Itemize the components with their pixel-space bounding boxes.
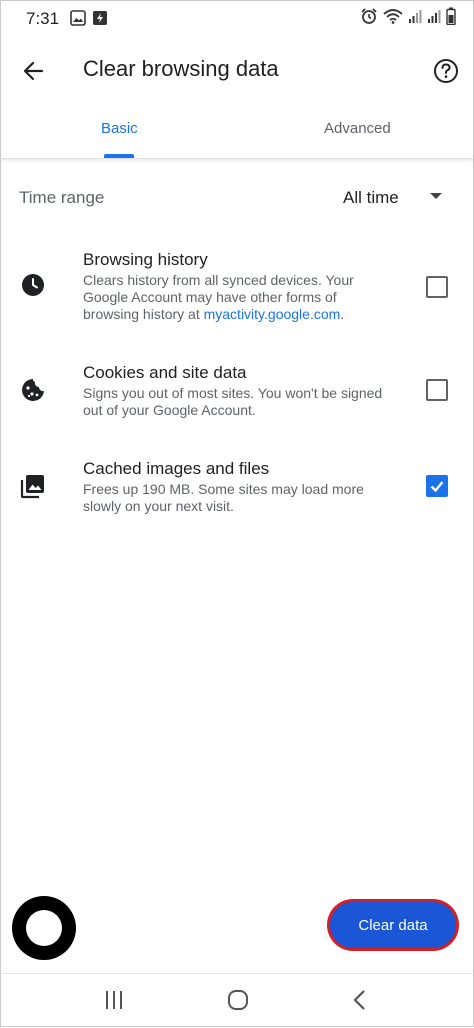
time-range-select[interactable]: All time — [343, 188, 399, 208]
page-title: Clear browsing data — [83, 56, 279, 81]
myactivity-link[interactable]: myactivity.google.com — [204, 306, 341, 322]
option-browsing-history[interactable]: Browsing history Clears history from all… — [0, 250, 474, 330]
option-description: Clears history from all synced devices. … — [83, 272, 383, 323]
option-title: Browsing history — [83, 250, 208, 269]
option-cached-images[interactable]: Cached images and files Frees up 190 MB.… — [0, 459, 474, 519]
home-icon[interactable] — [226, 988, 250, 1017]
option-cookies[interactable]: Cookies and site data Signs you out of m… — [0, 363, 474, 423]
option-description: Frees up 190 MB. Some sites may load mor… — [83, 481, 364, 514]
back-arrow-icon[interactable] — [18, 56, 48, 86]
cookies-checkbox[interactable] — [426, 379, 448, 401]
recents-icon[interactable] — [104, 988, 124, 1017]
lightning-app-icon — [92, 10, 108, 31]
battery-icon — [446, 7, 456, 30]
tab-indicator — [104, 154, 134, 158]
images-icon — [20, 473, 46, 499]
tab-basic[interactable]: Basic — [101, 120, 138, 137]
back-icon[interactable] — [350, 988, 370, 1017]
time-range-row[interactable]: Time range All time — [0, 178, 474, 218]
cookie-icon — [20, 377, 46, 403]
status-bar: 7:31 — [0, 0, 474, 36]
tab-advanced[interactable]: Advanced — [324, 120, 391, 137]
wifi-icon — [383, 8, 403, 29]
option-description: Signs you out of most sites. You won't b… — [83, 385, 383, 418]
signal-icon — [408, 8, 422, 29]
system-nav-bar — [0, 973, 474, 1028]
image-notification-icon — [70, 10, 86, 31]
option-title: Cached images and files — [83, 459, 270, 478]
signal-icon-2 — [427, 8, 441, 29]
option-description-end: . — [340, 306, 345, 322]
time-range-label: Time range — [19, 188, 105, 207]
help-icon[interactable] — [431, 56, 461, 86]
tab-bar: Basic Advanced — [0, 102, 474, 159]
browsing-history-checkbox[interactable] — [426, 276, 448, 298]
alarm-icon — [360, 7, 378, 30]
dropdown-arrow-icon[interactable] — [430, 193, 442, 199]
app-bar: Clear browsing data — [0, 36, 474, 102]
checkmark-icon — [430, 481, 444, 493]
status-time: 7:31 — [26, 9, 60, 28]
clock-icon — [20, 272, 46, 298]
overlay-circle-icon — [12, 896, 76, 960]
clear-data-button[interactable]: Clear data — [330, 902, 456, 948]
cached-images-checkbox[interactable] — [426, 475, 448, 497]
option-title: Cookies and site data — [83, 363, 247, 382]
